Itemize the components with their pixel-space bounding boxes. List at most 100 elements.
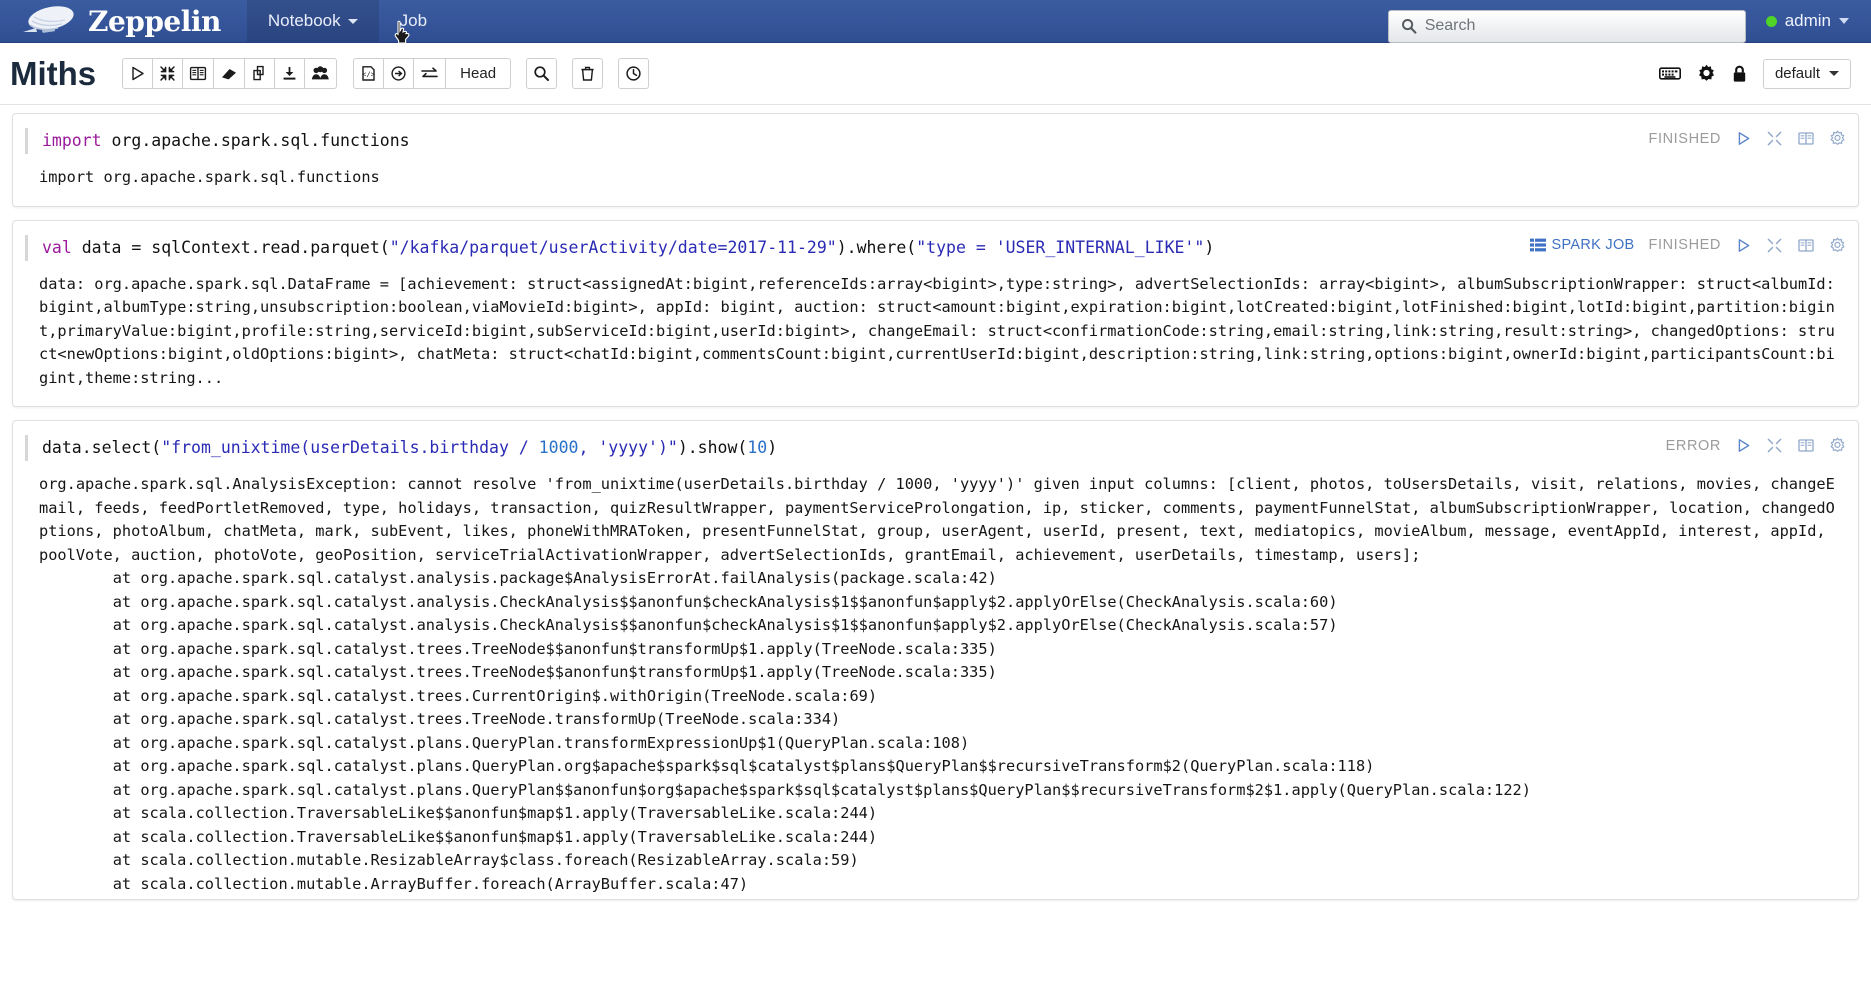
code-keyword: import [42, 131, 102, 150]
code-text: ) [767, 438, 778, 457]
code-text: ) [1204, 237, 1215, 257]
code-string: "/kafka/parquet/userActivity/date=2017-1… [389, 237, 837, 257]
status-badge: FINISHED [1648, 237, 1721, 253]
run-all-paragraphs-button[interactable] [122, 58, 154, 89]
clear-output-button[interactable] [213, 58, 246, 89]
user-menu[interactable]: admin [1765, 11, 1849, 31]
hide-output-icon[interactable] [1797, 130, 1815, 147]
brand-logo[interactable]: Zeppelin [0, 0, 247, 42]
revision-compare-button[interactable] [413, 58, 447, 89]
navbar-right: Search admin [1387, 0, 1871, 43]
status-badge: FINISHED [1648, 130, 1721, 147]
export-note-button[interactable] [274, 58, 306, 89]
note-permissions-icon[interactable] [1732, 65, 1747, 83]
run-paragraph-icon[interactable] [1735, 237, 1752, 254]
search-input[interactable]: Search [1387, 9, 1746, 43]
notebook-paragraphs: import org.apache.spark.sql.functions FI… [0, 105, 1871, 1002]
collapse-icon [1767, 238, 1782, 252]
find-replace-button[interactable] [526, 58, 558, 89]
commit-button[interactable] [383, 58, 415, 89]
note-toolbar: Miths </> Head default [0, 43, 1871, 105]
nav-item-notebook-label: Notebook [267, 11, 341, 30]
book-icon [1798, 132, 1814, 145]
top-navbar: Zeppelin Notebook Job Search admin [0, 0, 1871, 44]
search-icon [1401, 19, 1417, 34]
spark-job-link[interactable]: SPARK JOB [1529, 237, 1635, 253]
gear-icon [1830, 130, 1845, 146]
paragraph-settings-icon[interactable] [1829, 130, 1846, 147]
swap-icon [421, 67, 438, 78]
hide-all-editors-button[interactable] [152, 58, 184, 89]
spark-job-label: SPARK JOB [1551, 237, 1635, 253]
chevron-down-icon [1839, 18, 1849, 24]
delete-note-button[interactable] [572, 58, 604, 89]
gear-icon [1830, 236, 1845, 252]
paragraph-controls: FINISHED [1631, 128, 1846, 147]
svg-text:</>: </> [362, 70, 376, 79]
collapse-icon [1767, 131, 1782, 146]
collapse-icon [1767, 438, 1782, 453]
paragraph-settings-icon[interactable] [1829, 236, 1846, 254]
gear-icon [1830, 437, 1845, 453]
note-code-button[interactable]: </> [353, 58, 385, 89]
code-text: data = sqlContext.read.parquet( [71, 237, 390, 257]
copy-icon [253, 65, 264, 81]
play-icon [132, 66, 144, 81]
keyboard-icon [1658, 67, 1681, 80]
paragraph-header: data.select("from_unixtime(userDetails.b… [13, 435, 1858, 461]
note-settings-icon[interactable] [1697, 64, 1716, 83]
paragraph-editor[interactable]: val data = sqlContext.read.parquet("/kaf… [25, 234, 1512, 261]
eraser-icon [222, 69, 237, 80]
paragraph-output: import org.apache.spark.sql.functions [39, 168, 380, 186]
permissions-button[interactable] [304, 58, 338, 89]
zeppelin-blimp-icon [23, 6, 74, 33]
nav-item-job[interactable]: Job [379, 0, 448, 42]
run-paragraph-icon[interactable] [1735, 130, 1752, 147]
code-string: "from_unixtime(userDetails.birthday / [161, 438, 539, 457]
paragraph-select-error[interactable]: data.select("from_unixtime(userDetails.b… [12, 420, 1859, 900]
paragraph-output: org.apache.spark.sql.AnalysisException: … [39, 475, 1835, 893]
hide-output-icon[interactable] [1797, 437, 1815, 454]
code-text: ).show( [677, 438, 748, 457]
note-revision-group: </> Head [353, 58, 512, 89]
collapse-icon [160, 66, 175, 81]
book-icon [1798, 238, 1814, 252]
paragraph-import[interactable]: import org.apache.spark.sql.functions FI… [12, 113, 1859, 207]
paragraph-editor[interactable]: data.select("from_unixtime(userDetails.b… [25, 435, 1648, 461]
keyboard-shortcuts-icon[interactable] [1658, 66, 1681, 81]
hide-editor-icon[interactable] [1766, 437, 1783, 454]
lock-icon [1733, 65, 1746, 82]
nav-links: Notebook Job [246, 0, 448, 42]
paragraph-editor[interactable]: import org.apache.spark.sql.functions [25, 128, 1631, 154]
search-placeholder: Search [1424, 17, 1476, 34]
username-label: admin [1784, 11, 1831, 30]
page-title[interactable]: Miths [10, 55, 96, 93]
clock-icon [626, 66, 641, 81]
nav-item-notebook[interactable]: Notebook [246, 0, 379, 42]
hide-editor-icon[interactable] [1766, 130, 1783, 147]
code-number: 10 [747, 438, 768, 457]
paragraph-settings-icon[interactable] [1829, 437, 1846, 454]
nav-item-job-label: Job [399, 11, 428, 30]
run-paragraph-icon[interactable] [1735, 437, 1752, 454]
users-icon [311, 66, 329, 80]
play-icon [1738, 439, 1750, 452]
play-icon [1738, 132, 1750, 145]
chevron-down-icon [1829, 71, 1839, 76]
clone-note-button[interactable] [244, 58, 276, 89]
code-file-icon: </> [362, 66, 376, 81]
play-icon [1738, 238, 1750, 252]
paragraph-load-data[interactable]: val data = sqlContext.read.parquet("/kaf… [12, 219, 1859, 407]
book-icon [1798, 439, 1814, 452]
interpreter-binding-select[interactable]: default [1762, 58, 1851, 89]
code-number: 1000 [538, 438, 579, 457]
hide-editor-icon[interactable] [1766, 237, 1783, 254]
revision-head-label[interactable]: Head [445, 58, 512, 89]
paragraph-controls: ERROR [1648, 435, 1846, 454]
hide-output-icon[interactable] [1797, 237, 1815, 254]
scheduler-button[interactable] [618, 58, 650, 89]
paragraph-header: import org.apache.spark.sql.functions FI… [13, 128, 1858, 154]
show-hide-output-button[interactable] [182, 58, 215, 89]
code-text: ).where( [836, 237, 917, 257]
search-icon [534, 66, 550, 81]
